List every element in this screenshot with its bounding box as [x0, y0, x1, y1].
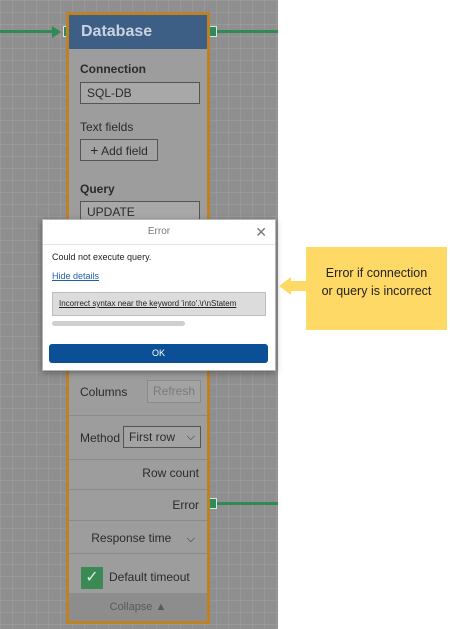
annotation-callout: Error if connection or query is incorrec… — [306, 247, 447, 330]
divider — [69, 489, 207, 490]
incoming-arrow-icon — [52, 26, 61, 38]
columns-label: Columns — [80, 385, 128, 399]
add-field-button[interactable]: + Add field — [80, 139, 158, 161]
response-time-label: Response time — [91, 531, 172, 545]
error-detail-text: Incorrect syntax near the keyword 'into'… — [52, 292, 266, 316]
connection-field[interactable]: SQL-DB — [80, 82, 200, 104]
method-value: First row — [129, 430, 175, 444]
hide-details-link[interactable]: Hide details — [52, 271, 99, 281]
error-output: Error — [172, 498, 199, 512]
checkmark-icon: ✓ — [85, 569, 99, 586]
error-message: Could not execute query. — [52, 252, 152, 262]
callout-line-2: or query is incorrect — [321, 284, 432, 298]
text-fields-label: Text fields — [80, 120, 134, 134]
callout-arrow-icon — [279, 277, 291, 295]
chevron-down-icon: ⌵ — [186, 533, 195, 545]
query-label: Query — [80, 182, 115, 196]
divider — [69, 553, 207, 554]
divider — [69, 459, 207, 460]
incoming-connection — [0, 30, 54, 33]
add-field-label: Add field — [101, 144, 148, 158]
callout-line-1: Error if connection — [325, 266, 428, 280]
default-timeout-checkbox[interactable]: ✓ — [81, 567, 103, 589]
method-select[interactable]: First row ⌵ — [123, 426, 201, 448]
response-time-row[interactable]: Response time ⌵ — [91, 531, 195, 546]
detail-scrollbar[interactable] — [52, 321, 185, 326]
error-dialog: Error ✕ Could not execute query. Hide de… — [42, 219, 276, 371]
divider — [69, 415, 207, 416]
callout-arrow-shaft — [290, 281, 306, 291]
ok-button[interactable]: OK — [49, 344, 268, 363]
method-label: Method — [80, 431, 121, 445]
refresh-button[interactable]: Refresh — [147, 380, 201, 403]
default-timeout-label: Default timeout — [109, 570, 190, 584]
divider — [69, 520, 207, 521]
outgoing-connection — [217, 30, 278, 33]
dialog-title: Error — [43, 220, 275, 245]
connection-label: Connection — [80, 62, 146, 76]
close-icon[interactable]: ✕ — [255, 223, 267, 241]
collapse-button[interactable]: Collapse ▲ — [69, 593, 207, 621]
node-title[interactable]: Database — [69, 15, 207, 49]
plus-icon: + — [90, 142, 99, 158]
error-connection — [217, 502, 278, 505]
row-count-output: Row count — [142, 466, 199, 480]
chevron-down-icon: ⌵ — [186, 431, 195, 443]
